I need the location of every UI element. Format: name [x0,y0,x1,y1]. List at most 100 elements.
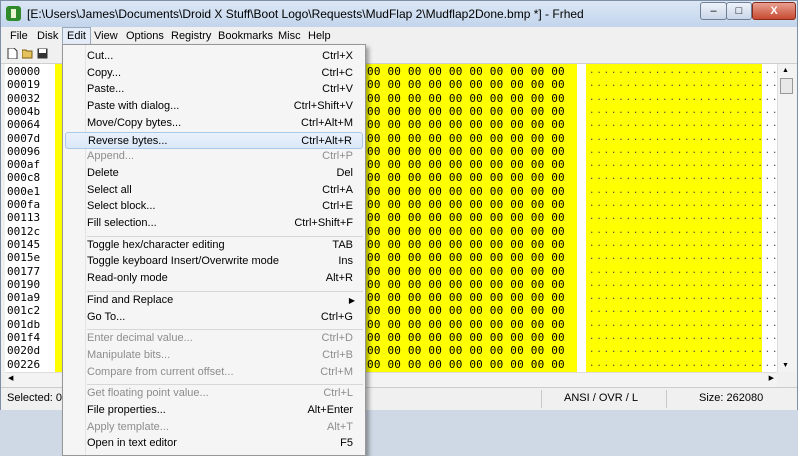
close-button[interactable]: X [752,2,796,20]
menu-item-read-only-mode[interactable]: Read-only mode Alt+R [65,270,363,287]
scroll-up-icon[interactable]: ▲ [782,67,789,74]
menu-item-shortcut: Ins [338,255,353,268]
status-mode: ANSI / OVR / L [564,392,638,404]
menu-bookmarks[interactable]: Bookmarks [214,28,277,44]
menu-item-shortcut: TAB [332,238,353,251]
scroll-right-icon[interactable]: ▶ [769,374,774,382]
menu-item-label: Open in text editor [87,437,177,450]
menu-item-label: Read-only mode [87,272,168,285]
scroll-down-icon[interactable]: ▼ [782,362,789,369]
menu-item-shortcut: Ctrl+A [322,183,353,196]
menu-item-delete[interactable]: Delete Del [65,165,363,182]
menu-item-open-in-text-editor[interactable]: Open in text editor F5 [65,435,363,452]
vertical-scrollbar[interactable]: ▲ ▼ [777,64,796,372]
menu-item-shortcut: Ctrl+Shift+F [294,217,353,229]
menu-item-toggle-hex-character-editing[interactable]: Toggle hex/character editing TAB [65,237,363,254]
menu-item-move-copy-bytes[interactable]: Move/Copy bytes... Ctrl+Alt+M [65,115,363,132]
menu-item-paste-with-dialog[interactable]: Paste with dialog... Ctrl+Shift+V [65,98,363,115]
menu-item-compare-from-current-offset[interactable]: Compare from current offset... Ctrl+M [65,364,363,381]
menu-item-reverse-bytes[interactable]: Reverse bytes... Ctrl+Alt+R [65,131,363,149]
menu-item-shortcut: Alt+T [327,420,353,433]
menu-item-go-to[interactable]: Go To... Ctrl+G [65,309,363,326]
menu-item-select-all[interactable]: Select all Ctrl+A [65,182,363,199]
menu-item-shortcut: Ctrl+G [320,310,353,323]
menu-item-label: Move/Copy bytes... [87,116,182,129]
menu-registry[interactable]: Registry [167,28,215,44]
status-divider [541,390,542,408]
row-offset: 00226 [7,357,41,371]
menu-item-shortcut: Ctrl+V [322,83,353,96]
edit-menu-dropdown: Cut... Ctrl+X Copy... Ctrl+C Paste... Ctrl+V P… [62,44,366,456]
menu-item-select-block[interactable]: Select block... Ctrl+E [65,198,363,215]
menu-item-label: Delete [87,166,119,179]
scroll-left-icon[interactable]: ◀ [8,374,13,382]
menu-item-label: Reverse bytes... [88,134,168,147]
menu-item-label: Toggle hex/character editing [87,238,225,251]
menu-item-cut[interactable]: Cut... Ctrl+X [65,48,363,65]
frhed-app-icon [6,6,21,21]
menu-disk[interactable]: Disk [33,28,62,44]
menu-item-toggle-keyboard-insert-overwrite-mode[interactable]: Toggle keyboard Insert/Overwrite mode Ins [65,253,363,270]
menu-view[interactable]: View [90,28,122,44]
menu-item-label: Select block... [87,200,156,213]
menu-item-shortcut: Ctrl+C [321,66,353,79]
status-divider [666,390,667,408]
menu-edit[interactable]: Edit [62,27,91,45]
menu-item-shortcut: F5 [340,437,353,450]
title-bar: [E:\Users\James\Documents\Droid X Stuff\… [1,1,797,27]
menu-item-shortcut: Ctrl+L [323,387,353,400]
menu-item-label: Cut... [87,50,114,62]
menu-item-shortcut: Ctrl+B [322,348,353,361]
menu-help[interactable]: Help [304,28,335,44]
menu-item-shortcut: Ctrl+X [322,50,353,62]
minimize-button[interactable]: – [700,2,727,20]
menu-item-label: Toggle keyboard Insert/Overwrite mode [87,255,279,268]
status-size: Size: 262080 [699,392,764,404]
menu-item-shortcut: Ctrl+Alt+R [301,134,352,147]
menu-item-fill-selection[interactable]: Fill selection... Ctrl+Shift+F [65,215,363,232]
hex-values: 00 00 00 00 00 00 00 00 00 00 00 [367,357,565,371]
menu-item-shortcut: Alt+Enter [307,404,353,416]
window-title: [E:\Users\James\Documents\Droid X Stuff\… [27,7,584,21]
menu-item-append[interactable]: Append... Ctrl+P [65,148,363,165]
menu-item-shortcut: Ctrl+Alt+M [301,116,353,129]
menu-file[interactable]: File [6,28,32,44]
menu-item-label: Enter decimal value... [87,332,193,345]
menu-options[interactable]: Options [122,28,168,44]
ascii-column[interactable]: .......................... [586,356,777,372]
menu-item-shortcut: Ctrl+D [321,332,353,345]
menu-item-label: File properties... [87,404,166,416]
menu-misc[interactable]: Misc [274,28,305,44]
menu-item-label: Manipulate bits... [87,348,171,361]
menu-item-label: Copy... [87,66,122,79]
menu-item-label: Paste with dialog... [87,100,180,113]
status-selected: Selected: 0 [7,392,63,404]
new-file-icon[interactable] [7,48,18,59]
menu-item-shortcut: Ctrl+E [322,200,353,213]
menu-item-label: Select all [87,183,132,196]
menu-item-label: Find and Replace [87,293,174,306]
menu-item-shortcut: Ctrl+Shift+V [293,100,353,113]
menu-item-label: Fill selection... [87,217,157,229]
menu-bar: File Disk Edit View Options Registry Boo… [1,27,797,45]
menu-item-file-properties[interactable]: File properties... Alt+Enter [65,402,363,419]
menu-item-shortcut: Del [336,166,353,179]
menu-item-get-floating-point-value[interactable]: Get floating point value... Ctrl+L [65,385,363,402]
menu-item-label: Go To... [87,310,126,323]
menu-item-find-and-replace[interactable]: Find and Replace ▶ [65,292,363,309]
menu-item-label: Apply template... [87,420,169,433]
menu-item-manipulate-bits[interactable]: Manipulate bits... Ctrl+B [65,347,363,364]
menu-item-label: Append... [87,150,135,163]
menu-item-apply-template[interactable]: Apply template... Alt+T [65,419,363,436]
maximize-button[interactable]: □ [726,2,752,20]
menu-item-label: Compare from current offset... [87,365,234,378]
menu-item-enter-decimal-value[interactable]: Enter decimal value... Ctrl+D [65,330,363,347]
menu-item-label: Paste... [87,83,125,96]
menu-item-shortcut: Alt+R [325,272,353,285]
open-folder-icon[interactable] [22,48,33,59]
menu-item-label: Get floating point value... [87,387,209,400]
menu-item-copy[interactable]: Copy... Ctrl+C [65,65,363,82]
menu-item-paste[interactable]: Paste... Ctrl+V [65,81,363,98]
save-icon[interactable] [37,48,48,59]
scroll-thumb[interactable] [780,78,793,94]
